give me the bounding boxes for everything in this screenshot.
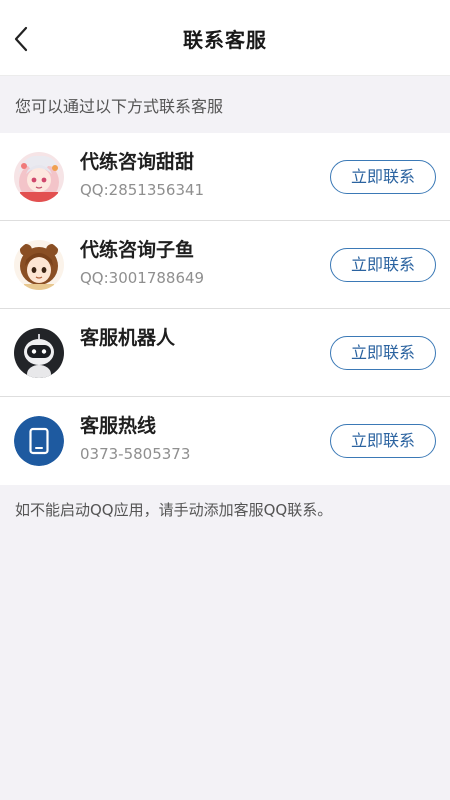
nav-header: 联系客服 — [0, 0, 450, 76]
contact-name: 代练咨询子鱼 — [80, 239, 195, 261]
contact-name: 代练咨询甜甜 — [80, 151, 195, 173]
contact-row-tiantian: 代练咨询甜甜 QQ:2851356341 立即联系 — [0, 133, 450, 221]
phone-icon — [14, 416, 64, 466]
contact-qq: QQ:2851356341 — [80, 181, 205, 199]
intro-text: 您可以通过以下方式联系客服 — [15, 97, 224, 116]
anime-girl-avatar-icon — [14, 152, 64, 202]
contact-row-ziyu: 代练咨询子鱼 QQ:3001788649 立即联系 — [0, 221, 450, 309]
contact-phone: 0373-5805373 — [80, 445, 191, 463]
contact-row-robot: 客服机器人 立即联系 — [0, 309, 450, 397]
contact-qq: QQ:3001788649 — [80, 269, 205, 287]
contact-name: 客服热线 — [80, 415, 157, 437]
contact-row-hotline: 客服热线 0373-5805373 立即联系 — [0, 397, 450, 485]
contact-name: 客服机器人 — [80, 327, 176, 349]
robot-avatar-icon — [14, 328, 64, 378]
contact-now-button[interactable]: 立即联系 — [330, 424, 436, 458]
footer-note: 如不能启动QQ应用，请手动添加客服QQ联系。 — [15, 501, 333, 519]
contact-now-button[interactable]: 立即联系 — [330, 160, 436, 194]
anime-girl-brown-hair-avatar-icon — [14, 240, 64, 290]
contact-list: 代练咨询甜甜 QQ:2851356341 立即联系 代练咨询子鱼 QQ:3001… — [0, 133, 450, 485]
contact-now-button[interactable]: 立即联系 — [330, 248, 436, 282]
contact-now-button[interactable]: 立即联系 — [330, 336, 436, 370]
page-title: 联系客服 — [183, 28, 267, 52]
